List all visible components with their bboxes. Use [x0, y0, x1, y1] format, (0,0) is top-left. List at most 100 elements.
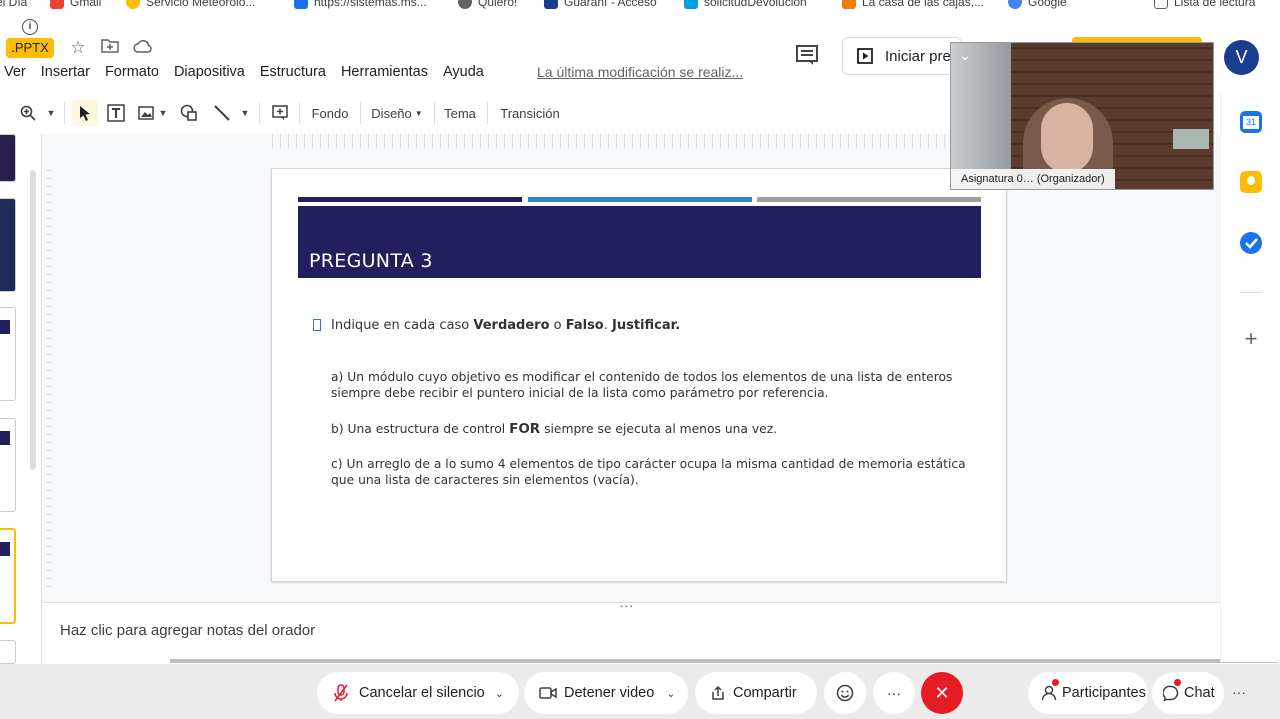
- toolbar-divider: [360, 102, 361, 124]
- stop-video-label: Detener video: [564, 685, 655, 701]
- reactions-button[interactable]: [824, 672, 866, 714]
- chevron-down-icon[interactable]: ▼: [44, 100, 58, 126]
- chevron-down-icon: ▼: [414, 108, 423, 118]
- menu-ayuda[interactable]: Ayuda: [443, 64, 484, 84]
- speaker-notes[interactable]: Haz clic para agregar notas del orador: [60, 622, 315, 639]
- bookmark-lista-lectura[interactable]: Lista de lectura: [1154, 0, 1255, 9]
- present-icon: [857, 48, 873, 64]
- zoom-icon[interactable]: [16, 100, 40, 126]
- theme-button[interactable]: Tema: [440, 100, 480, 126]
- present-label: Iniciar pre: [885, 47, 951, 65]
- slide-title[interactable]: PREGUNTA 3: [309, 250, 433, 272]
- bookmark-solicitud[interactable]: solicitudDevolucion: [684, 0, 807, 9]
- slide-instruction[interactable]: Indique en cada caso Verdadero o Falso. …: [331, 318, 680, 334]
- transition-button[interactable]: Transición: [494, 100, 566, 126]
- chevron-down-icon[interactable]: ▼: [156, 100, 170, 126]
- layout-button[interactable]: Diseño ▼: [366, 100, 428, 126]
- horizontal-ruler: [272, 134, 952, 148]
- shapes-icon[interactable]: [177, 100, 201, 126]
- google-icon: [126, 0, 140, 9]
- video-tile[interactable]: ⌄ Asignatura 0… (Organizador): [950, 42, 1214, 190]
- line-icon[interactable]: [210, 100, 234, 126]
- stripe-3: [757, 197, 981, 202]
- self-view-thumbnail[interactable]: [1173, 129, 1209, 149]
- move-folder-icon[interactable]: [98, 36, 122, 60]
- menu-ver[interactable]: Ver: [4, 64, 26, 84]
- slide-thumbnail[interactable]: [0, 640, 16, 664]
- video-caption: Asignatura 0… (Organizador): [951, 169, 1115, 189]
- last-edit-link[interactable]: La última modificación se realiz...: [537, 64, 743, 80]
- item-b[interactable]: b) Una estructura de control FOR siempre…: [331, 421, 981, 437]
- meeting-more-button[interactable]: ···: [1232, 684, 1246, 700]
- keep-icon[interactable]: [1240, 171, 1262, 193]
- chat-button[interactable]: Chat: [1152, 672, 1224, 714]
- layout-label: Diseño: [371, 105, 412, 121]
- tasks-icon[interactable]: [1240, 232, 1262, 254]
- share-screen-button[interactable]: Compartir: [695, 672, 817, 714]
- slide-thumbnail-selected[interactable]: [0, 528, 16, 624]
- calendar-icon[interactable]: 31: [1240, 111, 1262, 133]
- participants-label: Participantes: [1062, 685, 1146, 701]
- person-icon: [1040, 685, 1058, 701]
- chevron-down-icon[interactable]: ⌄: [666, 687, 675, 700]
- slide-thumbnail[interactable]: [0, 198, 16, 292]
- flag-icon: [294, 0, 308, 9]
- vertical-ruler: [46, 170, 52, 590]
- item-c[interactable]: c) Un arreglo de a lo sumo 4 elementos d…: [331, 456, 981, 488]
- google-icon: [1008, 0, 1022, 9]
- chevron-down-icon[interactable]: ▼: [238, 100, 252, 126]
- image-icon[interactable]: [134, 100, 158, 126]
- mic-off-icon: [331, 684, 351, 702]
- chevron-down-icon[interactable]: ⌄: [959, 47, 971, 64]
- bookmark-gmail[interactable]: Gmail: [50, 0, 101, 9]
- reading-list-icon: [1154, 0, 1168, 9]
- menu-herramientas[interactable]: Herramientas: [341, 64, 428, 84]
- toolbar-divider: [434, 102, 435, 124]
- notes-resize-handle[interactable]: •••: [620, 602, 634, 611]
- thumbnails-scrollbar[interactable]: [30, 170, 36, 470]
- participants-button[interactable]: Participantes: [1028, 672, 1148, 714]
- emoji-icon: [836, 684, 854, 702]
- item-a[interactable]: a) Un módulo cuyo objetivo es modificar …: [331, 369, 981, 401]
- share-label: Compartir: [733, 685, 797, 701]
- menu-diapositiva[interactable]: Diapositiva: [174, 64, 245, 84]
- bookmark-sistemas[interactable]: https://sistemas.ms...: [294, 0, 427, 9]
- bookmark-guarani[interactable]: Guaraní - Acceso: [544, 0, 657, 9]
- bookmark-quiero[interactable]: Quiero!: [458, 0, 517, 9]
- bookmark-google[interactable]: Google: [1008, 0, 1067, 9]
- add-comment-icon[interactable]: [268, 100, 292, 126]
- slide[interactable]: PREGUNTA 3 Indique en cada caso Verdader…: [271, 168, 1007, 582]
- star-icon[interactable]: ☆: [66, 36, 90, 60]
- menu-formato[interactable]: Formato: [105, 64, 159, 84]
- close-icon: ✕: [934, 683, 950, 703]
- background-button[interactable]: Fondo: [306, 100, 354, 126]
- bookmark-el-dia[interactable]: el Día: [0, 0, 27, 9]
- comments-icon[interactable]: [795, 44, 821, 68]
- chat-label: Chat: [1184, 685, 1215, 701]
- toolbar-divider: [299, 102, 300, 124]
- unmute-label: Cancelar el silencio: [359, 685, 485, 701]
- select-tool-icon[interactable]: [72, 100, 98, 126]
- cloud-status-icon[interactable]: [131, 36, 155, 60]
- unmute-button[interactable]: Cancelar el silencio ⌄: [317, 672, 519, 714]
- chevron-down-icon[interactable]: ⌄: [495, 687, 504, 700]
- slide-thumbnail[interactable]: [0, 134, 16, 182]
- more-options-button[interactable]: ···: [873, 672, 915, 714]
- bookmark-la-casa[interactable]: La casa de las cajas,...: [842, 0, 984, 9]
- info-icon[interactable]: i: [22, 19, 38, 35]
- add-addon-icon[interactable]: +: [1241, 326, 1261, 351]
- end-call-button[interactable]: ✕: [921, 672, 963, 714]
- title-bar: PREGUNTA 3: [298, 206, 981, 278]
- share-icon: [709, 685, 727, 701]
- menu-insertar[interactable]: Insertar: [41, 64, 90, 84]
- present-button[interactable]: Iniciar pre: [842, 37, 962, 75]
- menu-estructura[interactable]: Estructura: [260, 64, 326, 84]
- bookmark-servicio-meteorologico[interactable]: Servicio Meteorolo...: [126, 0, 255, 9]
- stop-video-button[interactable]: Detener video ⌄: [524, 672, 688, 714]
- globe-icon: [458, 0, 472, 9]
- slide-thumbnail[interactable]: [0, 307, 16, 401]
- account-avatar[interactable]: V: [1224, 40, 1259, 75]
- slide-thumbnail[interactable]: [0, 418, 16, 512]
- horizontal-scrollbar[interactable]: [170, 659, 1278, 663]
- text-box-icon[interactable]: [104, 100, 128, 126]
